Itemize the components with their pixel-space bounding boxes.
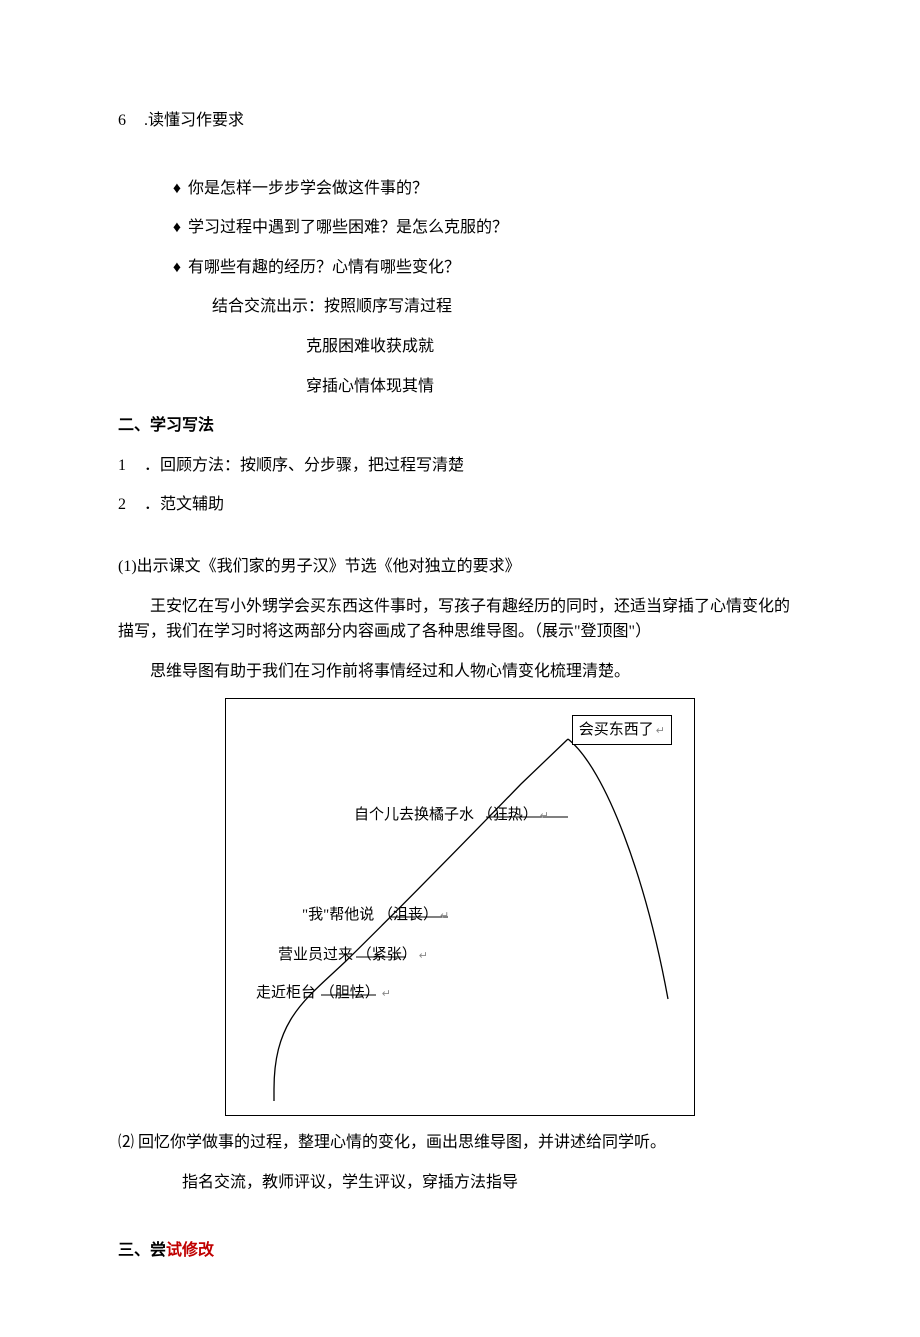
exchange-line: 结合交流出示：按照顺序写清过程 — [118, 294, 802, 320]
sub-point-2-label: ⑵ — [118, 1134, 134, 1151]
sub-line-1: 克服困难收获成就 — [118, 334, 802, 360]
chart-label-1: "我"帮他说 （沮丧）↵ — [302, 903, 449, 927]
diamond-bullet-icon: ♦ — [166, 215, 188, 241]
bullet-2: ♦ 学习过程中遇到了哪些困难？是怎么克服的？ — [118, 215, 802, 241]
word-mark-icon: ↵ — [656, 725, 665, 737]
chart-label-0: 自个儿去换橘子水 （狂热）↵ — [354, 803, 549, 827]
method-2-text: ．范文辅助 — [144, 492, 224, 518]
chart-line-icon — [226, 699, 696, 1117]
chart-label-2-mood: （紧张） — [357, 947, 417, 963]
sub-point-2: ⑵ 回忆你学做事的过程，整理心情的变化，画出思维导图，并讲述给同学听。 — [118, 1130, 802, 1156]
chart-label-2: 营业员过来 （紧张）↵ — [278, 943, 428, 967]
section-3-pre: 三、尝 — [118, 1242, 166, 1259]
diamond-bullet-icon: ♦ — [166, 255, 188, 281]
bullet-2-text: 学习过程中遇到了哪些困难？是怎么克服的？ — [188, 215, 508, 241]
section-3-heading: 三、尝试修改 — [118, 1238, 802, 1264]
word-mark-icon: ↵ — [419, 950, 428, 962]
bullet-1-text: 你是怎样一步步学会做这件事的？ — [188, 176, 428, 202]
chart-container: 会买东西了↵ 自个儿去换橘子水 （狂热）↵ "我"帮他说 （沮丧）↵ 营业员过来… — [225, 698, 695, 1116]
method-1-text: ．回顾方法：按顺序、分步骤，把过程写清楚 — [144, 453, 464, 479]
bullet-3: ♦ 有哪些有趣的经历？心情有哪些变化？ — [118, 255, 802, 281]
chart-label-3-mood: （胆怯） — [320, 985, 380, 1001]
spacer — [118, 532, 802, 554]
sub-point-2-detail: 指名交流，教师评议，学生评议，穿插方法指导 — [118, 1170, 802, 1196]
section-2-heading: 二、学习写法 — [118, 413, 802, 439]
sub-point-1: (1)出示课文《我们家的男子汉》节选《他对独立的要求》 — [118, 554, 802, 580]
method-2-num: 2 — [118, 492, 140, 518]
section-3-red: 试修改 — [166, 1242, 214, 1259]
item-6: 6 .读懂习作要求 — [118, 108, 802, 134]
sub-point-2-text: 回忆你学做事的过程，整理心情的变化，画出思维导图，并讲述给同学听。 — [138, 1134, 666, 1151]
item-6-text: .读懂习作要求 — [144, 108, 244, 134]
paragraph-1: 王安忆在写小外甥学会买东西这件事时，写孩子有趣经历的同时，还适当穿插了心情变化的… — [118, 594, 802, 645]
method-2: 2 ．范文辅助 — [118, 492, 802, 518]
chart-label-0-text: 自个儿去换橘子水 — [354, 807, 474, 823]
bullet-3-text: 有哪些有趣的经历？心情有哪些变化？ — [188, 255, 460, 281]
chart-label-0-mood: （狂热） — [478, 807, 538, 823]
spacer — [118, 1210, 802, 1238]
bullet-1: ♦ 你是怎样一步步学会做这件事的？ — [118, 176, 802, 202]
item-6-num: 6 — [118, 108, 140, 134]
word-mark-icon: ↵ — [540, 810, 549, 822]
paragraph-2: 思维导图有助于我们在习作前将事情经过和人物心情变化梳理清楚。 — [118, 659, 802, 685]
sub-point-1-label: (1) — [118, 558, 137, 575]
chart-label-1-text: "我"帮他说 — [302, 907, 374, 923]
chart-label-3: 走近柜台 （胆怯）↵ — [256, 981, 391, 1005]
chart-label-3-text: 走近柜台 — [256, 985, 316, 1001]
chart-label-1-mood: （沮丧） — [378, 907, 438, 923]
mind-map-chart: 会买东西了↵ 自个儿去换橘子水 （狂热）↵ "我"帮他说 （沮丧）↵ 营业员过来… — [118, 698, 802, 1116]
method-1: 1 ．回顾方法：按顺序、分步骤，把过程写清楚 — [118, 453, 802, 479]
word-mark-icon: ↵ — [440, 910, 449, 922]
sub-line-2: 穿插心情体现其情 — [118, 374, 802, 400]
sub-point-1-text: 出示课文《我们家的男子汉》节选《他对独立的要求》 — [137, 558, 521, 575]
diamond-bullet-icon: ♦ — [166, 176, 188, 202]
chart-label-2-text: 营业员过来 — [278, 947, 353, 963]
spacer — [118, 148, 802, 176]
word-mark-icon: ↵ — [382, 988, 391, 1000]
chart-top-text: 会买东西了 — [579, 722, 654, 738]
method-1-num: 1 — [118, 453, 140, 479]
chart-top-box: 会买东西了↵ — [572, 715, 672, 745]
